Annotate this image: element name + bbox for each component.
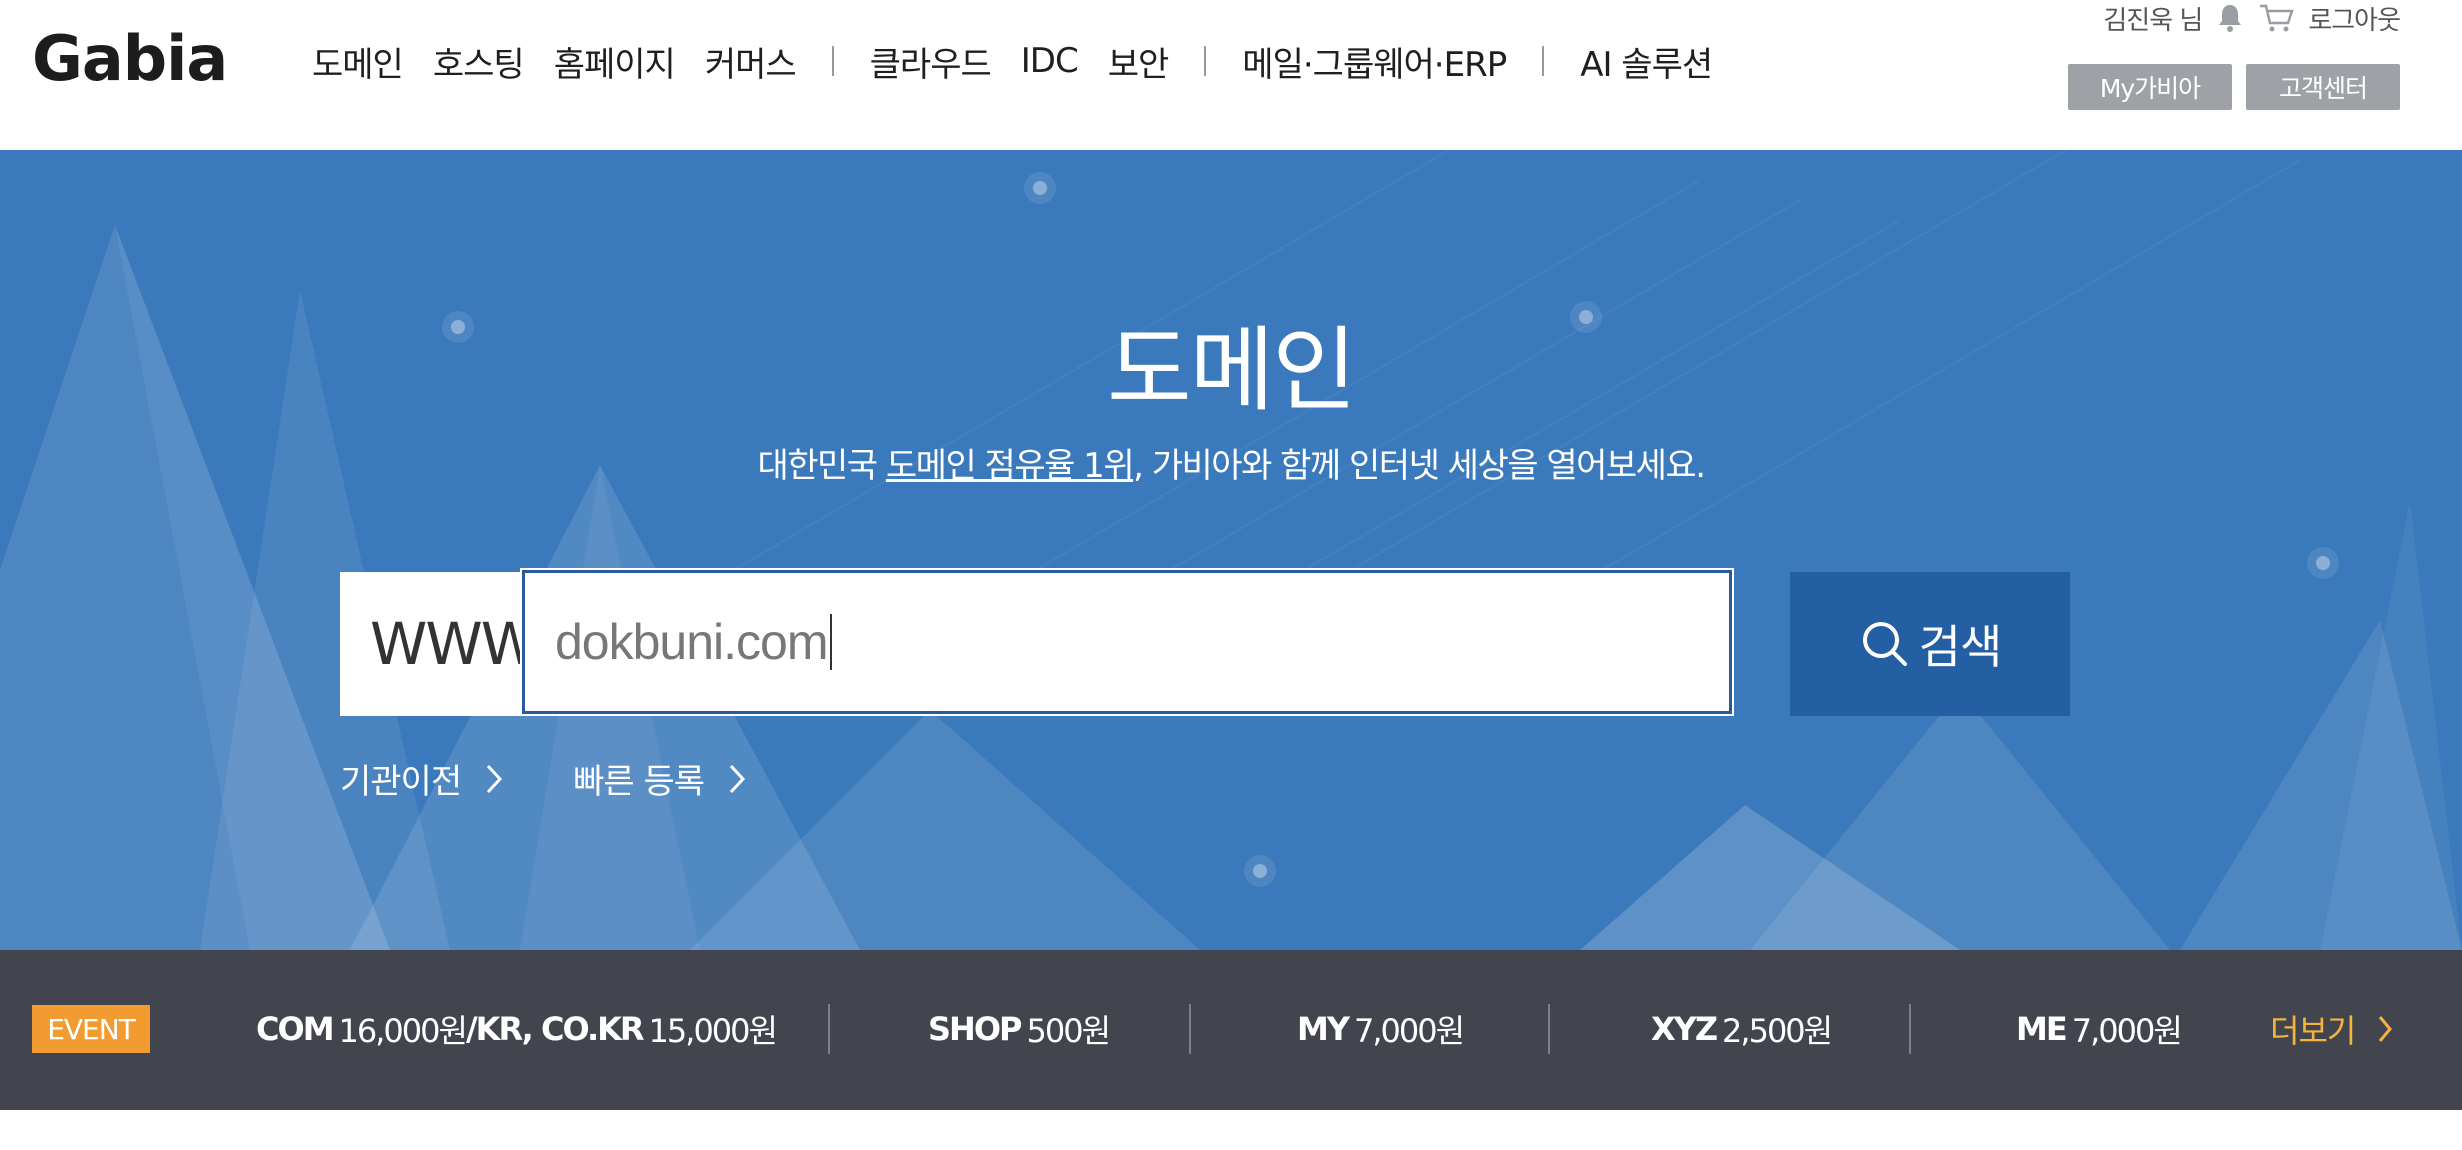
hero-title: 도메인 <box>1107 317 1357 424</box>
price-kr: 15,000원 <box>648 1012 778 1050</box>
price-shop[interactable]: SHOP 500원 <box>928 1002 1111 1056</box>
domain-hero: 도메인 대한민국 도메인 점유율 1위, 가비아와 함께 인터넷 세상을 열어보… <box>0 150 2462 950</box>
quick-links: 기관이전 빠른 등록 <box>340 754 816 803</box>
utility-bar: 김진욱 님 로그아웃 <box>2103 0 2401 37</box>
price-com-kr[interactable]: COM 16,000원 / KR, CO.KR 15,000원 <box>256 1002 778 1056</box>
domain-search-input[interactable]: dokbuni.com <box>522 570 1732 714</box>
quick-register-link[interactable]: 빠른 등록 <box>573 754 746 803</box>
search-icon <box>1862 622 1907 666</box>
price-me[interactable]: ME 7,000원 <box>2016 1002 2183 1056</box>
price-divider <box>1548 1004 1550 1054</box>
price-xyz[interactable]: XYZ 2,500원 <box>1651 1002 1833 1056</box>
chevron-right-icon <box>729 764 746 793</box>
price-me-value: 7,000원 <box>2071 1012 2183 1050</box>
tld-shop: SHOP <box>928 1010 1022 1048</box>
subtitle-prefix: 대한민국 <box>757 446 886 486</box>
nav-idc[interactable]: IDC <box>1021 41 1079 81</box>
domain-search-form: WWW. dokbuni.com 검색 <box>340 570 2070 716</box>
tld-kr-cokr: KR, CO.KR <box>475 1010 645 1048</box>
nav-cloud[interactable]: 클라우드 <box>870 37 992 86</box>
nav-hosting[interactable]: 호스팅 <box>433 37 525 86</box>
tld-my: MY <box>1297 1010 1350 1048</box>
price-separator: / <box>465 1010 478 1048</box>
nav-security[interactable]: 보안 <box>1108 37 1170 86</box>
subtitle-suffix: , 가비아와 함께 인터넷 세상을 열어보세요. <box>1133 446 1706 486</box>
search-button[interactable]: 검색 <box>1790 572 2070 716</box>
nav-mail-groupware-erp[interactable]: 메일·그룹웨어·ERP <box>1242 37 1507 86</box>
hero-background <box>0 150 2462 950</box>
search-button-label: 검색 <box>1918 620 2003 674</box>
tld-me: ME <box>2016 1010 2068 1048</box>
main-navigation: 도메인 호스팅 홈페이지 커머스 클라우드 IDC 보안 메일·그룹웨어·ERP… <box>312 37 1742 86</box>
nav-divider <box>1204 46 1207 76</box>
nav-divider <box>831 46 834 76</box>
institution-transfer-link[interactable]: 기관이전 <box>340 754 503 803</box>
price-my[interactable]: MY 7,000원 <box>1297 1002 1465 1056</box>
hero-subtitle: 대한민국 도메인 점유율 1위, 가비아와 함께 인터넷 세상을 열어보세요. <box>0 438 2462 487</box>
quick-register-label: 빠른 등록 <box>573 762 705 802</box>
cart-icon[interactable] <box>2258 3 2295 33</box>
price-divider <box>1909 1004 1911 1054</box>
site-header: Gabia 도메인 호스팅 홈페이지 커머스 클라우드 IDC 보안 메일·그룹… <box>0 0 2462 150</box>
institution-transfer-label: 기관이전 <box>340 762 462 802</box>
user-name: 김진욱 님 <box>2103 5 2203 36</box>
customer-center-button[interactable]: 고객센터 <box>2246 64 2400 110</box>
price-shop-value: 500원 <box>1026 1012 1111 1050</box>
tld-com: COM <box>256 1010 335 1048</box>
nav-divider <box>1542 46 1545 76</box>
price-divider <box>1189 1004 1191 1054</box>
chevron-right-icon <box>487 764 503 793</box>
tld-xyz: XYZ <box>1651 1010 1718 1048</box>
nav-commerce[interactable]: 커머스 <box>705 37 797 86</box>
nav-ai-solution[interactable]: AI 솔루션 <box>1580 37 1713 86</box>
bell-icon[interactable] <box>2216 3 2244 33</box>
price-my-value: 7,000원 <box>1354 1012 1465 1050</box>
text-caret <box>829 614 832 670</box>
price-divider <box>828 1004 830 1054</box>
search-input-value: dokbuni.com <box>555 614 828 670</box>
event-badge: EVENT <box>32 1005 150 1053</box>
www-prefix: WWW. <box>340 572 548 716</box>
utility-buttons: My가비아 고객센터 <box>2054 64 2400 110</box>
nav-domain[interactable]: 도메인 <box>312 37 404 86</box>
event-price-bar: EVENT COM 16,000원 / KR, CO.KR 15,000원 SHOP… <box>0 950 2462 1110</box>
logout-link[interactable]: 로그아웃 <box>2308 0 2401 37</box>
price-com: 16,000원 <box>338 1012 468 1050</box>
my-gabia-button[interactable]: My가비아 <box>2068 64 2232 110</box>
price-xyz-value: 2,500원 <box>1722 1012 1833 1050</box>
chevron-right-icon <box>2379 1016 2393 1042</box>
market-share-link[interactable]: 도메인 점유율 1위 <box>886 446 1135 486</box>
more-label: 더보기 <box>2270 1012 2356 1050</box>
gabia-logo[interactable]: Gabia <box>32 22 228 95</box>
more-link[interactable]: 더보기 <box>2270 1002 2393 1056</box>
nav-homepage[interactable]: 홈페이지 <box>554 37 676 86</box>
